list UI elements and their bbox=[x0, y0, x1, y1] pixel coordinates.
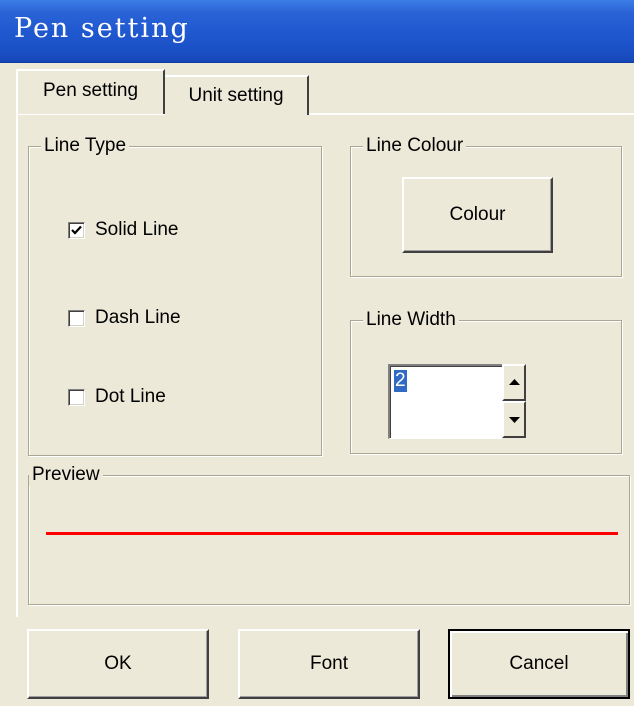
colour-button-label: Colour bbox=[449, 204, 506, 225]
line-width-increment-button[interactable] bbox=[502, 364, 526, 401]
tab-pen-setting-label: Pen setting bbox=[42, 79, 139, 101]
line-width-input[interactable]: 2 bbox=[388, 364, 502, 439]
solid-line-checkbox[interactable] bbox=[68, 221, 85, 239]
window-title: Pen setting bbox=[14, 13, 190, 44]
line-width-decrement-button[interactable] bbox=[502, 401, 526, 438]
preview-group: Preview bbox=[28, 464, 630, 605]
solid-line-label: Solid Line bbox=[95, 219, 179, 240]
solid-line-option[interactable]: Solid Line bbox=[68, 219, 178, 241]
arrow-up-icon bbox=[508, 379, 520, 385]
dot-line-option[interactable]: Dot Line bbox=[68, 386, 166, 408]
dot-line-checkbox[interactable] bbox=[68, 388, 85, 406]
font-button-label: Font bbox=[309, 653, 349, 674]
tab-unit-setting-label: Unit setting bbox=[188, 85, 284, 106]
font-button[interactable]: Font bbox=[238, 629, 420, 699]
title-bar[interactable]: Pen setting bbox=[0, 0, 634, 63]
cancel-button[interactable]: Cancel bbox=[448, 629, 630, 699]
tab-unit-setting[interactable]: Unit setting bbox=[165, 75, 309, 115]
colour-button[interactable]: Colour bbox=[402, 177, 553, 253]
preview-label: Preview bbox=[29, 464, 103, 486]
preview-line bbox=[46, 532, 618, 535]
dash-line-checkbox[interactable] bbox=[68, 309, 85, 327]
dot-line-label: Dot Line bbox=[95, 386, 166, 407]
ok-button[interactable]: OK bbox=[27, 629, 209, 699]
pen-setting-dialog: Pen setting Pen setting Unit setting Lin… bbox=[0, 0, 634, 706]
cancel-button-label: Cancel bbox=[509, 653, 569, 674]
line-colour-label: Line Colour bbox=[363, 135, 467, 157]
line-type-label: Line Type bbox=[41, 135, 130, 157]
line-width-label: Line Width bbox=[363, 309, 459, 331]
check-icon bbox=[71, 225, 82, 235]
dash-line-label: Dash Line bbox=[95, 307, 181, 328]
arrow-down-icon bbox=[508, 417, 520, 423]
line-width-value: 2 bbox=[394, 370, 407, 392]
dash-line-option[interactable]: Dash Line bbox=[68, 307, 181, 329]
tab-pen-setting[interactable]: Pen setting bbox=[16, 69, 165, 114]
ok-button-label: OK bbox=[104, 653, 132, 674]
line-type-group: Line Type bbox=[28, 135, 322, 456]
